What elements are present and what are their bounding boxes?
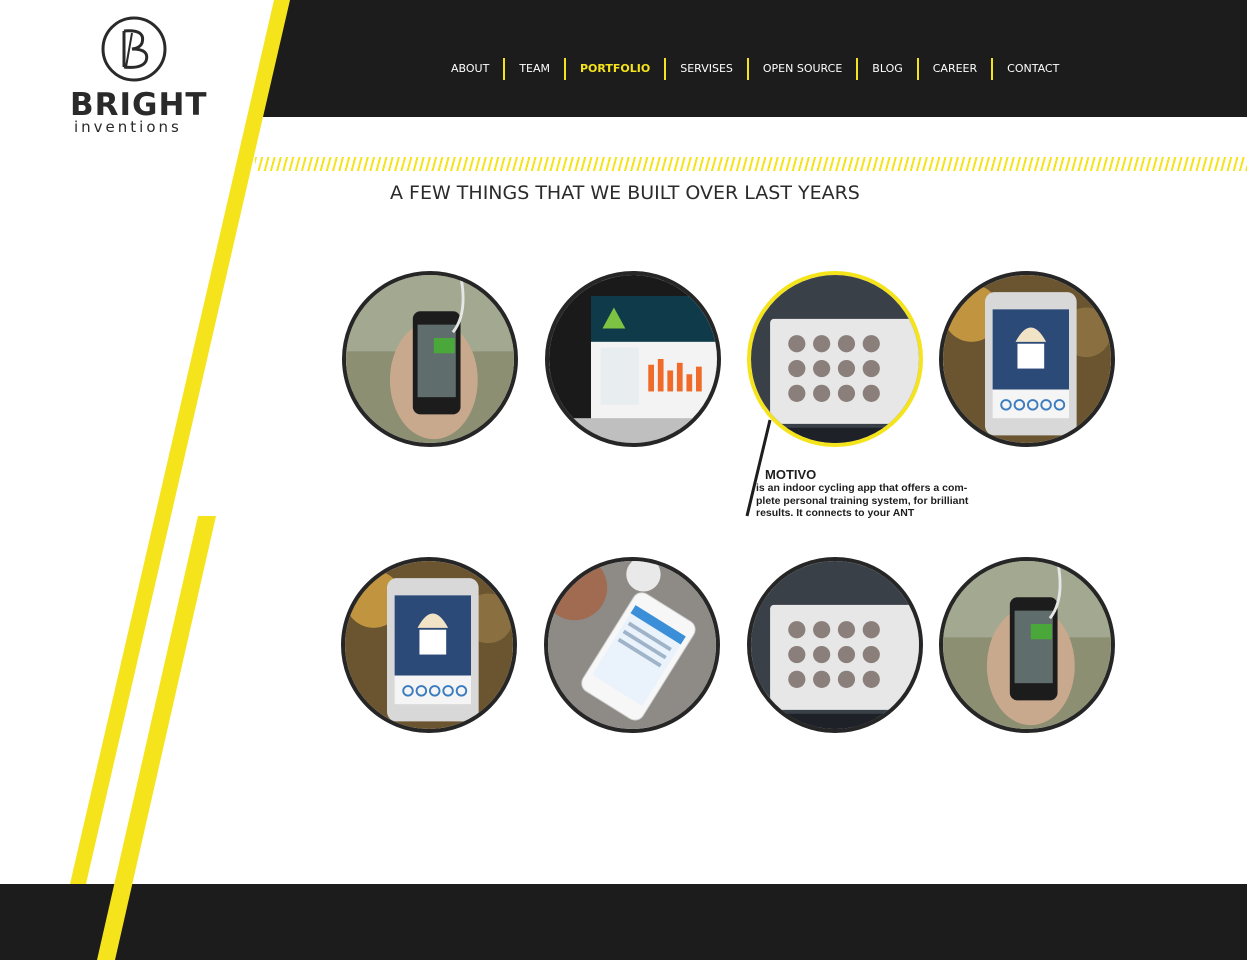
- portfolio-item-7[interactable]: [747, 557, 923, 733]
- decorative-stripe-band: [255, 157, 1247, 171]
- tablet-products-icon: [751, 275, 919, 443]
- phone-icecream-icon: [345, 561, 513, 729]
- logo-b-icon: [101, 16, 167, 82]
- phone-icecream-icon: [943, 275, 1111, 443]
- portfolio-item-8[interactable]: [939, 557, 1115, 733]
- tooltip-title: MOTIVO: [765, 467, 817, 482]
- phone-in-hand-icon: [346, 275, 514, 443]
- portfolio-headline: A FEW THINGS THAT WE BUILT OVER LAST YEA…: [390, 182, 860, 204]
- nav-blog[interactable]: BLOG: [858, 57, 916, 81]
- phone-in-hand-icon: [943, 561, 1111, 729]
- portfolio-item-4[interactable]: [939, 271, 1115, 447]
- laptop-dashboard-icon: [549, 275, 717, 443]
- nav-portfolio[interactable]: PORTFOLIO: [566, 57, 664, 81]
- portfolio-item-5[interactable]: [341, 557, 517, 733]
- portfolio-item-1[interactable]: [342, 271, 518, 447]
- portfolio-item-2[interactable]: [545, 271, 721, 447]
- nav-contact[interactable]: CONTACT: [993, 57, 1073, 81]
- nav-open-source[interactable]: OPEN SOURCE: [749, 57, 856, 81]
- nav-career[interactable]: CAREER: [919, 57, 991, 81]
- portfolio-item-3-motivo[interactable]: [747, 271, 923, 447]
- phone-on-table-icon: [548, 561, 716, 729]
- main-nav: ABOUT TEAM PORTFOLIO SERVISES OPEN SOURC…: [437, 57, 1073, 81]
- logo-subtitle: inventions: [74, 118, 182, 136]
- brand-logo[interactable]: BRIGHT inventions: [62, 15, 207, 140]
- nav-about[interactable]: ABOUT: [437, 57, 503, 81]
- tooltip-description: is an indoor cycling app that offers a c…: [756, 482, 969, 520]
- tablet-products-icon: [751, 561, 919, 729]
- nav-team[interactable]: TEAM: [505, 57, 564, 81]
- nav-servises[interactable]: SERVISES: [666, 57, 747, 81]
- diagonal-white-wedge: [0, 0, 283, 117]
- yellow-diagonal-slashes: [70, 0, 290, 960]
- portfolio-item-6[interactable]: [544, 557, 720, 733]
- footer-bar: [0, 884, 1247, 960]
